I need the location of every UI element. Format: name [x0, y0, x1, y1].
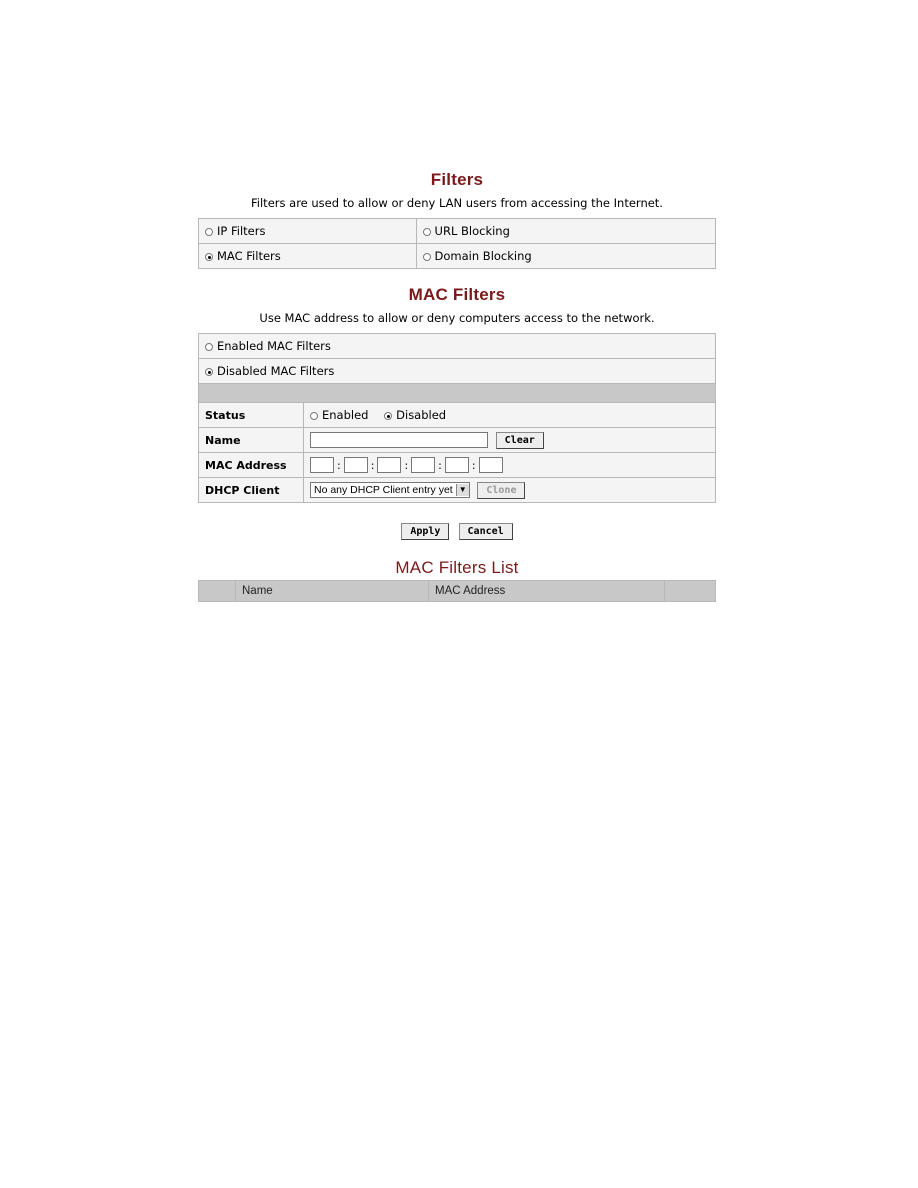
chevron-down-icon[interactable]: ▼: [455, 484, 469, 496]
column-header-action: [664, 580, 716, 602]
name-label: Name: [198, 427, 304, 453]
option-disabled-mac-filters[interactable]: Disabled MAC Filters: [198, 358, 716, 384]
name-input[interactable]: [310, 432, 488, 448]
mac-filters-list: Name MAC Address: [198, 580, 716, 602]
filters-title: Filters: [430, 170, 484, 189]
filters-description: Filters are used to allow or deny LAN us…: [251, 196, 663, 210]
mac-octet-5[interactable]: [444, 457, 469, 473]
mac-octet-4[interactable]: [411, 457, 436, 473]
list-header-row: Name MAC Address: [198, 580, 716, 602]
form-actions: Apply Cancel: [198, 521, 716, 540]
radio-checked-icon[interactable]: [205, 253, 213, 261]
option-enabled-mac-filters[interactable]: Enabled MAC Filters: [198, 333, 716, 359]
radio-checked-icon[interactable]: [205, 368, 213, 376]
mac-filters-title: MAC Filters: [408, 285, 506, 304]
mac-octet-2[interactable]: [343, 457, 368, 473]
option-url-blocking[interactable]: URL Blocking: [415, 218, 717, 244]
radio-icon[interactable]: [422, 253, 431, 261]
dhcp-client-select[interactable]: No any DHCP Client entry yet ▼: [310, 482, 470, 498]
mac-octet-6[interactable]: [478, 457, 503, 473]
dhcp-client-label: DHCP Client: [198, 477, 304, 503]
mac-octet-1[interactable]: [310, 457, 334, 473]
radio-icon[interactable]: [205, 343, 213, 351]
mac-octet-3[interactable]: [377, 457, 402, 473]
filter-type-table: IP Filters URL Blocking MAC Filters Doma…: [198, 218, 717, 269]
clear-button[interactable]: Clear: [495, 431, 544, 449]
section-divider: [198, 383, 716, 403]
column-header-index: [198, 580, 236, 602]
mac-address-label: MAC Address: [198, 452, 304, 478]
option-ip-filters[interactable]: IP Filters: [198, 218, 417, 244]
name-field: Clear: [303, 427, 716, 453]
status-disabled-radio[interactable]: [384, 412, 393, 420]
mac-filters-description: Use MAC address to allow or deny compute…: [259, 311, 655, 325]
option-domain-blocking[interactable]: Domain Blocking: [415, 243, 717, 269]
column-header-mac: MAC Address: [428, 580, 665, 602]
cancel-button[interactable]: Cancel: [458, 523, 513, 540]
mac-filters-list-title: MAC Filters List: [395, 558, 519, 577]
status-field: Enabled Disabled: [303, 402, 716, 428]
column-header-name: Name: [235, 580, 429, 602]
dhcp-client-field: No any DHCP Client entry yet ▼ Clone: [303, 477, 716, 503]
mac-address-field: :::::: [303, 452, 716, 478]
option-mac-filters[interactable]: MAC Filters: [198, 243, 417, 269]
clone-button[interactable]: Clone: [477, 481, 526, 499]
apply-button[interactable]: Apply: [401, 523, 450, 540]
mac-filters-table: Enabled MAC Filters Disabled MAC Filters…: [198, 333, 716, 503]
radio-icon[interactable]: [205, 228, 213, 236]
status-enabled-radio[interactable]: [310, 412, 318, 420]
filters-page: Filters Filters are used to allow or den…: [198, 170, 717, 602]
status-label: Status: [198, 402, 304, 428]
radio-icon[interactable]: [422, 228, 431, 236]
